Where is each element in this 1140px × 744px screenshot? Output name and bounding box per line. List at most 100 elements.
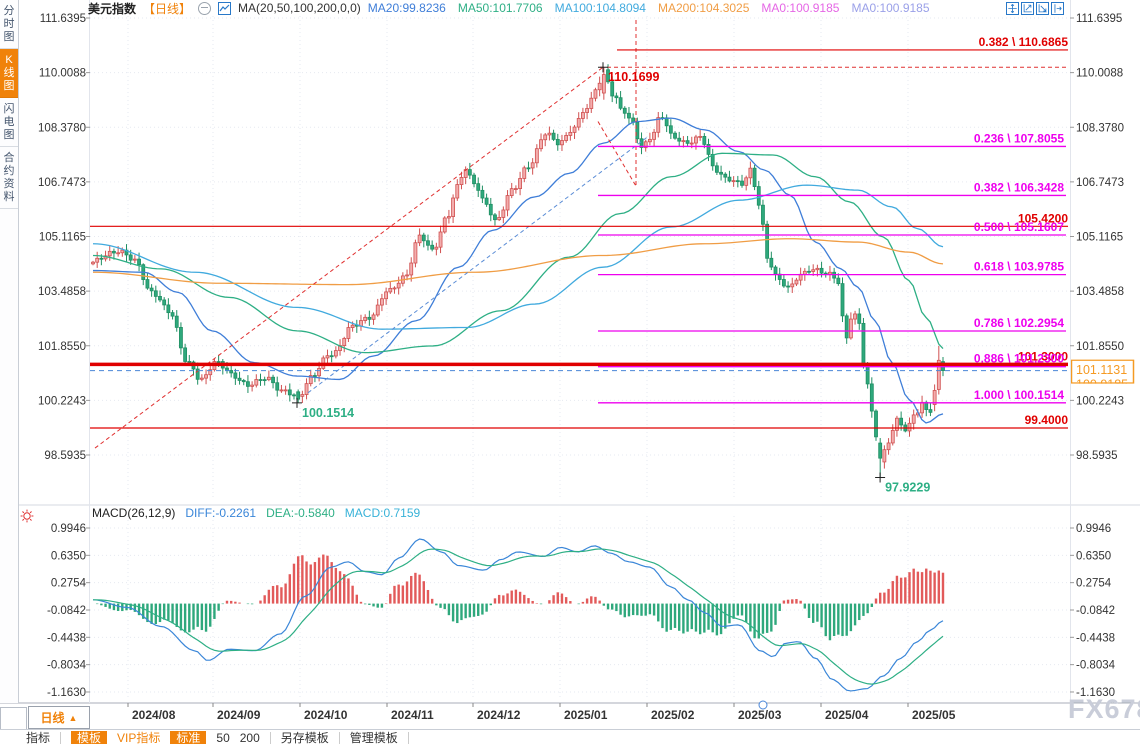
date-label: 2024/08 (132, 708, 176, 722)
scroll-marker-icon (758, 700, 768, 710)
macd-axis-label: 0.6350 (1076, 550, 1111, 562)
price-axis-label: 110.0088 (1076, 68, 1123, 80)
footer-divider (269, 731, 271, 744)
move-icon[interactable] (1006, 2, 1019, 15)
date-axis: 2024/08 2024/09 2024/10 2024/11 2024/12 2025/… (127, 700, 956, 722)
period-tag: 【日线】 (143, 1, 192, 16)
footer-item-1[interactable]: 指标 (26, 731, 50, 744)
macd-axis-label: -0.4438 (1076, 632, 1115, 644)
peak-drop-line (597, 121, 637, 187)
cross-marker (875, 472, 886, 483)
period-selector-label: 日线 (40, 711, 65, 725)
red-level-label: 99.4000 (1025, 413, 1069, 427)
chart-window-tools (1006, 2, 1064, 15)
macd-header: MACD(26,12,9) DIFF:-0.2261 DEA:-0.5840 MAC… (92, 506, 420, 520)
left-sidebar: 分时图K线图闪电图合约资料 (0, 0, 19, 703)
line-chart-icon[interactable] (218, 1, 232, 15)
price-axis-label: 108.3780 (38, 122, 86, 134)
footer-item-5[interactable]: 50 (216, 731, 229, 744)
ma-value-1: MA20:99.8236 (367, 1, 446, 15)
period-selector[interactable]: 日线 ▲ (28, 706, 90, 729)
last-price-tag: 101.1131100.9185 (1071, 359, 1135, 392)
price-annotation: 97.9229 (885, 480, 930, 494)
macd-legend: DIFF:-0.2261 DEA:-0.5840 MACD:0.7159 (185, 506, 420, 520)
footer-item-4[interactable]: 标准 (170, 730, 207, 744)
price-axis-label: 100.2243 (1076, 395, 1124, 407)
macd-axis-label: -0.4438 (47, 632, 86, 644)
macd-axis-label: 0.9946 (51, 523, 86, 535)
ma50-line (92, 152, 944, 354)
footer-divider (338, 731, 340, 744)
symbol-name: 美元指数 (88, 1, 137, 16)
fib-levels: 0.236 \ 107.8055 0.382 \ 106.3428 0.500 \ … (598, 131, 1066, 404)
chart-header: 美元指数 【日线】 MA(20,50,100,200,0,0) MA20:99.… (88, 0, 930, 16)
price-axis-label: 103.4858 (1076, 286, 1124, 298)
macd-axis-label: 0.2754 (1076, 578, 1112, 590)
fib-label: 1.000 \ 100.1514 (974, 388, 1064, 402)
date-label: 2024/11 (391, 708, 434, 722)
trading-app-window: 111.6395 111.6395 110.0088 110.0088 108.3780… (0, 0, 1140, 744)
price-axis-label: 106.7473 (1076, 177, 1124, 189)
fib-label: 0.786 \ 102.2954 (974, 316, 1064, 330)
fib-label: 0.886 \ 101.2300 (974, 352, 1064, 366)
price-axis-label: 110.0088 (39, 68, 86, 80)
footer-item-7[interactable]: 另存模板 (281, 731, 329, 744)
footer-item-3[interactable]: VIP指标 (117, 731, 160, 744)
red-level-label: 0.382 \ 110.6865 (979, 35, 1069, 49)
axis-labels: 111.6395 111.6395 110.0088 110.0088 108.3780… (38, 13, 1124, 699)
fib-label: 0.618 \ 103.9785 (974, 260, 1064, 274)
price-axis-label: 106.7473 (38, 177, 86, 189)
red-levels: 0.382 \ 110.6865105.4200101.300099.4000 (90, 35, 1069, 429)
secondary-price-value: 100.9185 (1076, 378, 1128, 392)
price-axis-label: 98.5935 (1076, 450, 1118, 462)
price-axis-label: 100.2243 (38, 395, 86, 407)
fib-label: 0.500 \ 105.1607 (974, 220, 1064, 234)
chevron-up-icon: ▲ (68, 712, 78, 723)
pan-right-icon[interactable] (1051, 2, 1064, 15)
chart-canvas[interactable]: 111.6395 111.6395 110.0088 110.0088 108.3780… (0, 0, 1140, 744)
date-label: 2024/12 (477, 708, 521, 722)
price-axis-label: 105.1165 (1076, 232, 1123, 244)
footer-toolbar: 指标 模板 VIP指标 标准 50 200 另存模板 管理模板 (0, 729, 1140, 744)
collapse-indicator-icon[interactable] (198, 1, 212, 15)
macd-axis-label: -0.8034 (1076, 660, 1116, 672)
fit-horizontal-axis-icon[interactable] (1036, 2, 1049, 15)
sidebar-tab-4[interactable]: 合约资料 (0, 147, 18, 209)
date-label: 2025/01 (564, 708, 608, 722)
price-axis-label: 111.6395 (1076, 13, 1122, 25)
macd-axis-label: -0.8034 (47, 660, 87, 672)
ma-value-3: MA100:104.8094 (554, 1, 646, 15)
date-label: 2024/10 (304, 708, 348, 722)
footer-item-8[interactable]: 管理模板 (350, 731, 398, 744)
fib-label: 0.236 \ 107.8055 (974, 131, 1064, 145)
footer-item-2[interactable]: 模板 (71, 730, 108, 744)
macd-dea-line (92, 548, 944, 685)
footer-item-6[interactable]: 200 (240, 731, 260, 744)
price-axis-label: 105.1165 (39, 232, 86, 244)
macd-axis-label: -1.1630 (47, 687, 86, 699)
ma-value-6: MA0:100.9185 (851, 1, 930, 15)
date-label: 2025/02 (651, 708, 695, 722)
macd-value-1: DIFF:-0.2261 (185, 506, 257, 520)
macd-histogram (95, 554, 945, 641)
fit-vertical-axis-icon[interactable] (1021, 2, 1034, 15)
indicator-settings-icon[interactable] (20, 509, 34, 523)
ma-value-4: MA200:104.3025 (657, 1, 750, 15)
fib-label: 0.382 \ 106.3428 (974, 180, 1064, 194)
ma-settings-label: MA(20,50,100,200,0,0) (238, 1, 361, 15)
ma-legend: MA20:99.8236 MA50:101.7706 MA100:104.8094 M… (368, 1, 930, 15)
price-axis-label: 111.6395 (40, 13, 86, 25)
ma100-line (92, 184, 944, 330)
sidebar-tab-1[interactable]: 分时图 (0, 0, 18, 49)
support-trendline (307, 136, 649, 394)
footer-divider (407, 731, 409, 744)
price-annotation: 110.1699 (608, 70, 659, 84)
date-label: 2025/05 (912, 708, 956, 722)
macd-settings-label: MACD(26,12,9) (92, 506, 176, 520)
price-axis-label: 101.8550 (38, 341, 86, 353)
sidebar-tab-3[interactable]: 闪电图 (0, 98, 18, 147)
macd-axis-label: 0.6350 (51, 550, 86, 562)
ma-value-5: MA0:100.9185 (761, 1, 840, 15)
price-axis-label: 108.3780 (1076, 122, 1124, 134)
sidebar-tab-2[interactable]: K线图 (0, 49, 18, 98)
